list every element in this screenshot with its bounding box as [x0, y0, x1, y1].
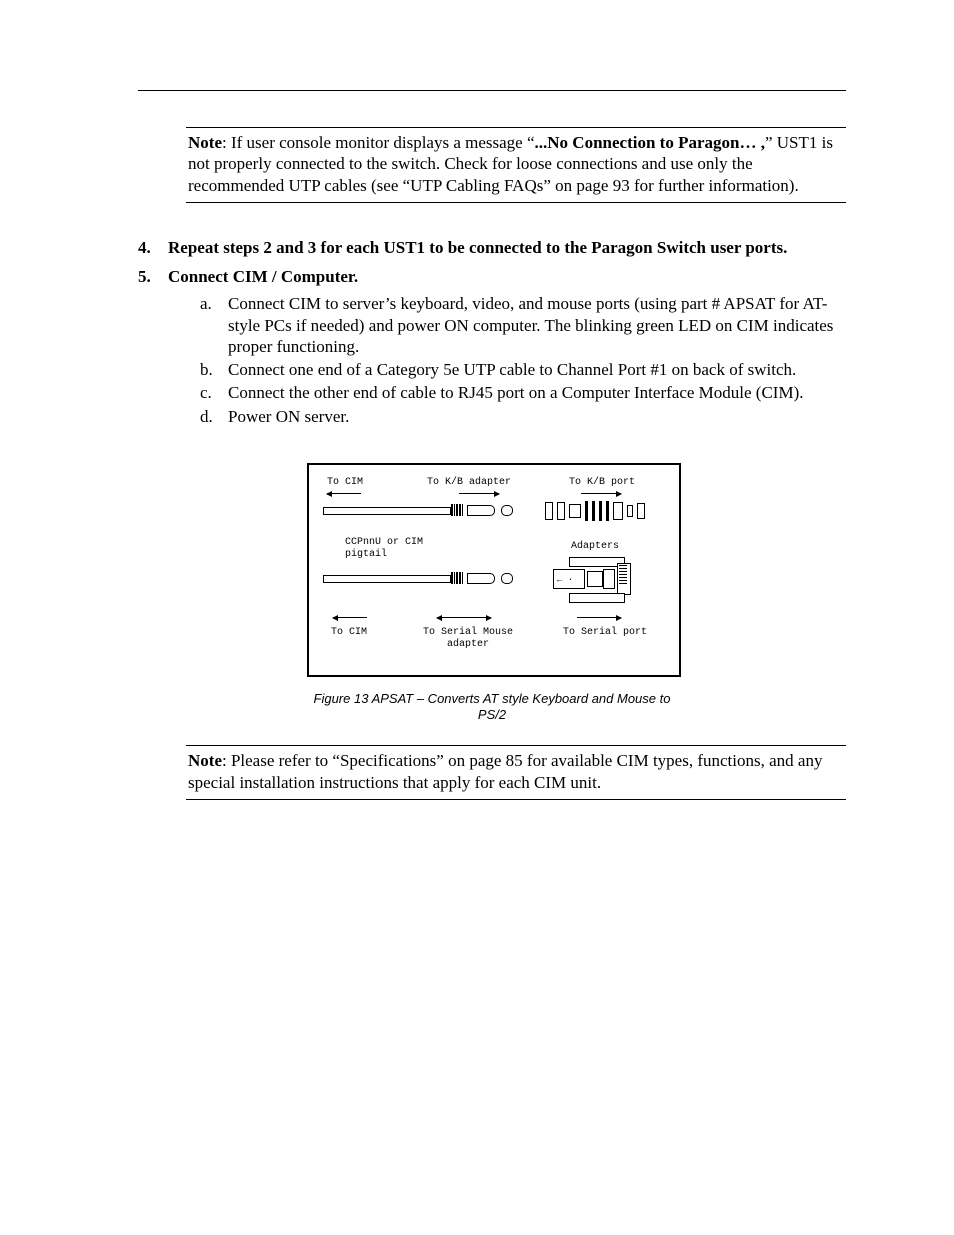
substep-d-letter: d.: [200, 406, 213, 427]
plug-mid-a: [467, 573, 495, 584]
arrow-top-right: [581, 493, 621, 494]
adp-mid1: [587, 571, 603, 587]
substep-a-letter: a.: [200, 293, 212, 314]
step-4-text: Repeat steps 2 and 3 for each UST1 to be…: [168, 238, 787, 257]
lbl-bot-right: To Serial port: [563, 627, 647, 640]
note-box-2: Note: Please refer to “Specifications” o…: [186, 745, 846, 800]
substep-b-text: Connect one end of a Category 5e UTP cab…: [228, 360, 796, 379]
adp-conn-pins: [619, 565, 627, 585]
lbl-bot-mid: To Serial Mouse adapter: [423, 627, 513, 652]
steps-list: 4. Repeat steps 2 and 3 for each UST1 to…: [138, 237, 846, 427]
lbl-top-mid: To K/B adapter: [427, 477, 511, 490]
step-5-num: 5.: [138, 266, 151, 287]
adp-mid2: [603, 569, 615, 589]
substep-a-text: Connect CIM to server’s keyboard, video,…: [228, 294, 833, 356]
step-5: 5. Connect CIM / Computer. a. Connect CI…: [138, 266, 846, 427]
substeps-list: a. Connect CIM to server’s keyboard, vid…: [200, 293, 846, 427]
lbl-bot-left: To CIM: [331, 627, 367, 640]
diagram-box: To CIM To K/B adapter To K/B port: [307, 463, 681, 677]
lbl-mid-right: Adapters: [571, 541, 619, 554]
lbl-top-right: To K/B port: [569, 477, 635, 490]
note-label: Note: [188, 133, 222, 152]
arrow-bot-right: [577, 617, 621, 618]
substep-a: a. Connect CIM to server’s keyboard, vid…: [200, 293, 846, 357]
lbl-top-left: To CIM: [327, 477, 363, 490]
arrow-top-left: [327, 493, 361, 494]
note2-text: : Please refer to “Specifications” on pa…: [188, 751, 822, 791]
kb-port: [545, 501, 645, 521]
note-box-1: Note: If user console monitor displays a…: [186, 127, 846, 203]
figure-13: To CIM To K/B adapter To K/B port: [307, 463, 677, 724]
figure-caption: Figure 13 APSAT – Converts AT style Keyb…: [307, 691, 677, 724]
coil-top: [451, 504, 463, 516]
substep-d: d. Power ON server.: [200, 406, 846, 427]
header-rule: [138, 90, 846, 91]
lbl-mid-left: CCPnnU or CIM pigtail: [345, 537, 423, 562]
step-5-text: Connect CIM / Computer.: [168, 267, 358, 286]
coil-mid: [451, 572, 463, 584]
substep-d-text: Power ON server.: [228, 407, 349, 426]
arrow-bot-left: [333, 617, 367, 618]
substep-b: b. Connect one end of a Category 5e UTP …: [200, 359, 846, 380]
step-4: 4. Repeat steps 2 and 3 for each UST1 to…: [138, 237, 846, 258]
arrow-bot-mid: [437, 617, 491, 618]
substep-b-letter: b.: [200, 359, 213, 380]
substep-c-letter: c.: [200, 382, 212, 403]
adp-bar-bot: [569, 593, 625, 603]
plug-mid-b: [501, 573, 513, 584]
note1-before: : If user console monitor displays a mes…: [222, 133, 535, 152]
adp-arrow-icon: ← ·: [557, 575, 573, 586]
cable-mid: [323, 575, 451, 583]
substep-c: c. Connect the other end of cable to RJ4…: [200, 382, 846, 403]
cable-top: [323, 507, 451, 515]
note1-bold: ...No Connection to Paragon… ,: [535, 133, 765, 152]
plug-top-b: [501, 505, 513, 516]
plug-top-a: [467, 505, 495, 516]
arrow-top-mid: [459, 493, 499, 494]
note2-label: Note: [188, 751, 222, 770]
substep-c-text: Connect the other end of cable to RJ45 p…: [228, 383, 803, 402]
step-4-num: 4.: [138, 237, 151, 258]
